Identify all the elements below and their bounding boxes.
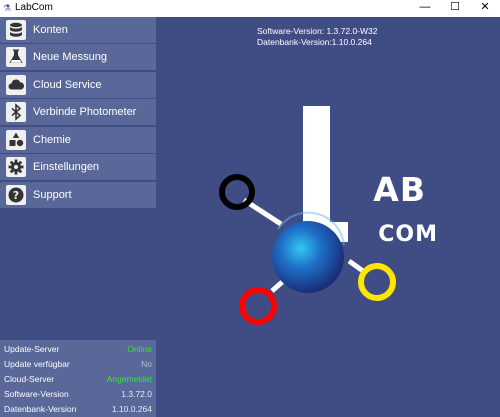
sidebar-item-chemie[interactable]: Chemie: [0, 127, 156, 153]
shapes-icon: [6, 130, 26, 150]
sidebar-item-einstellungen[interactable]: Einstellungen: [0, 154, 156, 180]
status-key: Datenbank-Version: [4, 404, 77, 414]
labcom-logo: AB COM: [219, 106, 442, 325]
status-key: Cloud-Server: [4, 374, 55, 384]
sidebar-item-verbinde-photometer[interactable]: Verbinde Photometer: [0, 99, 156, 125]
logo-ring-black: [219, 174, 255, 210]
database-icon: [6, 20, 26, 40]
sidebar-item-konten[interactable]: Konten: [0, 17, 156, 43]
sidebar-item-cloud-service[interactable]: Cloud Service: [0, 72, 156, 98]
cloud-icon: [6, 75, 26, 95]
logo-com-text: COM: [378, 222, 438, 247]
sidebar-item-label: Verbinde Photometer: [33, 106, 137, 118]
logo-sphere: [272, 221, 344, 293]
status-row: Software-Version 1.3.72.0: [0, 387, 156, 402]
window-title: LabCom: [15, 2, 53, 13]
svg-text:?: ?: [13, 189, 19, 202]
close-button[interactable]: ✕: [470, 0, 500, 17]
status-value: Angemeldet: [106, 374, 152, 384]
status-key: Software-Version: [4, 389, 69, 399]
sidebar: Konten Neue Messung Cloud Service Verbin…: [0, 17, 156, 417]
status-key: Update verfügbar: [4, 359, 70, 369]
main-panel: Software-Version: 1.3.72.0-W32 Datenbank…: [156, 17, 500, 417]
sidebar-item-label: Chemie: [33, 134, 71, 146]
minimize-button[interactable]: —: [410, 0, 440, 17]
lab-logo-icon: ⚗: [3, 3, 12, 13]
status-row: Update-Server Online: [0, 342, 156, 357]
logo-lab-text: AB: [373, 170, 426, 209]
sidebar-item-label: Neue Messung: [33, 51, 107, 63]
status-value: 1.3.72.0: [121, 389, 152, 399]
sidebar-item-neue-messung[interactable]: Neue Messung: [0, 44, 156, 70]
gear-icon: [6, 157, 26, 177]
sidebar-item-label: Konten: [33, 24, 68, 36]
maximize-button[interactable]: ☐: [440, 0, 470, 17]
sidebar-item-label: Cloud Service: [33, 79, 102, 91]
question-icon: ?: [6, 185, 26, 205]
sidebar-item-label: Einstellungen: [33, 161, 100, 173]
status-value: 1.10.0.264: [111, 404, 152, 414]
bluetooth-icon: [6, 102, 26, 122]
status-row: Cloud-Server Angemeldet: [0, 372, 156, 387]
bond-line: [347, 258, 365, 274]
status-row: Datenbank-Version 1.10.0.264: [0, 402, 156, 417]
flask-icon: [6, 47, 26, 67]
status-value: No: [141, 359, 152, 369]
logo-ring-red: [239, 287, 277, 325]
status-key: Update-Server: [4, 344, 60, 354]
sidebar-item-support[interactable]: ? Support: [0, 182, 156, 208]
sidebar-item-label: Support: [33, 189, 72, 201]
title-bar: ⚗ LabCom — ☐ ✕: [0, 0, 500, 17]
status-value: Online: [127, 344, 152, 354]
logo-ring-yellow: [358, 263, 396, 301]
status-row: Update verfügbar No: [0, 357, 156, 372]
status-panel: Update-Server Online Update verfügbar No…: [0, 340, 156, 417]
